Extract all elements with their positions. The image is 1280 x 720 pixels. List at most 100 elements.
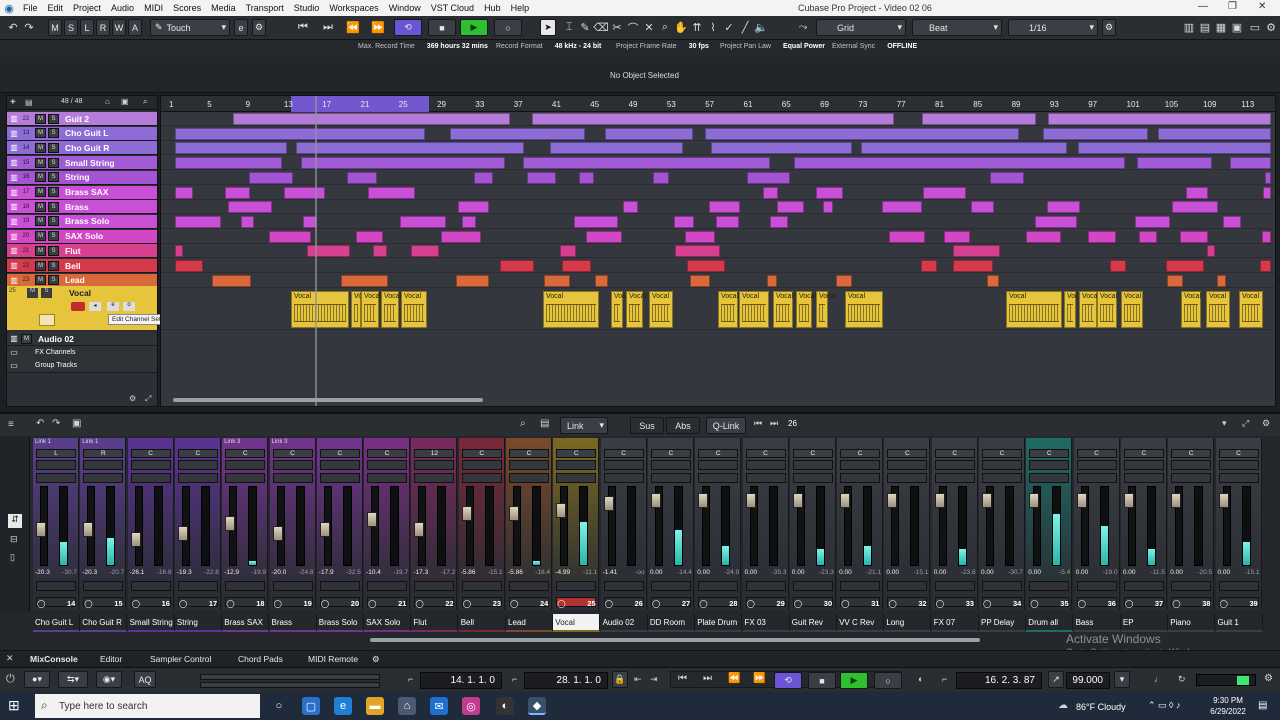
clip[interactable] xyxy=(1216,274,1226,287)
clip[interactable] xyxy=(473,171,493,184)
timewarp-tool-icon[interactable]: ⌇ xyxy=(706,19,720,36)
channel-name[interactable]: String xyxy=(174,614,222,632)
send-slot[interactable] xyxy=(36,473,76,483)
vocal-clip[interactable]: Vocal xyxy=(543,291,599,329)
mute-solo-buttons[interactable] xyxy=(461,581,502,591)
clip[interactable] xyxy=(710,142,853,155)
clip[interactable] xyxy=(1139,230,1157,243)
channel-name[interactable]: Vocal xyxy=(553,614,601,632)
overview-bar[interactable] xyxy=(200,674,380,680)
volume-fader[interactable] xyxy=(934,492,945,508)
volume-fader[interactable] xyxy=(461,505,472,521)
volume-value[interactable]: 0.00 xyxy=(1028,569,1041,576)
notifications-icon[interactable]: ▤ xyxy=(1258,700,1267,711)
lane-guit-2[interactable] xyxy=(161,112,1275,126)
channel-power-icon[interactable]: ◯ xyxy=(274,599,282,608)
weather-text[interactable]: 86°F Cloudy xyxy=(1076,702,1126,712)
toolbar-settings-icon[interactable]: ⚙ xyxy=(1264,19,1278,36)
send-slot[interactable] xyxy=(982,473,1022,483)
solo-button[interactable]: S xyxy=(48,187,59,197)
mute-solo-buttons[interactable] xyxy=(367,581,408,591)
track-cho-guit-r[interactable]: ▥ 14 M S Cho Guit R xyxy=(7,141,157,156)
channel-name[interactable]: Flut xyxy=(411,614,459,632)
volume-value[interactable]: -12.9 xyxy=(224,569,239,576)
clip[interactable] xyxy=(175,186,193,199)
clip[interactable] xyxy=(1158,127,1271,140)
clock-date[interactable]: 6/29/2022 xyxy=(1202,707,1254,716)
clip[interactable] xyxy=(544,274,570,287)
clip[interactable] xyxy=(943,230,970,243)
lock-icon[interactable]: 🔒 xyxy=(612,671,628,688)
mute-solo-buttons[interactable] xyxy=(1218,581,1259,591)
maximize-icon[interactable]: ⤢ xyxy=(1242,418,1249,429)
solo-button[interactable]: S xyxy=(48,113,59,124)
fader-track[interactable] xyxy=(513,486,521,566)
lane-brass-sax[interactable] xyxy=(161,186,1275,200)
record-button[interactable]: ○ xyxy=(494,19,522,36)
channel-power-icon[interactable]: ◯ xyxy=(1078,599,1086,608)
channel-power-icon[interactable]: ◯ xyxy=(888,599,896,608)
mute-button[interactable]: M xyxy=(35,275,46,286)
erase-tool-icon[interactable]: ⌫ xyxy=(593,19,609,36)
clip[interactable] xyxy=(574,215,619,228)
channel-name[interactable]: FX 07 xyxy=(931,614,979,632)
clip[interactable] xyxy=(882,201,923,214)
snapshot-icon[interactable]: ▣ xyxy=(72,418,81,429)
clip[interactable] xyxy=(1035,215,1077,228)
layout-toolbar-icon[interactable]: ▭ xyxy=(1248,19,1262,36)
track-bell[interactable]: ▥ 22 M S Bell xyxy=(7,259,157,273)
search-icon[interactable]: ⌕ xyxy=(143,97,147,107)
channel-name[interactable]: SAX Solo xyxy=(364,614,412,632)
insert-slot[interactable] xyxy=(509,460,549,470)
channel-power-icon[interactable]: ◯ xyxy=(179,599,187,608)
clip[interactable] xyxy=(1259,260,1271,272)
track-guit-2[interactable]: ▥ 22 M S Guit 2 xyxy=(7,112,157,126)
pan-control[interactable]: C xyxy=(934,449,975,458)
clip[interactable] xyxy=(175,245,184,258)
volume-fader[interactable] xyxy=(272,525,283,541)
solo-button[interactable]: S xyxy=(48,216,59,227)
vocal-clip[interactable]: Vocal xyxy=(381,291,401,329)
insert-slot[interactable] xyxy=(367,460,408,470)
mute-button[interactable]: M xyxy=(35,142,46,153)
tempo-track-button[interactable]: ↗ xyxy=(1048,671,1064,688)
volume-value[interactable]: 0.00 xyxy=(650,569,663,576)
grid-mode-select[interactable]: Beat ▾ xyxy=(912,19,1002,36)
time-format-icon[interactable]: ⌐ xyxy=(942,674,947,684)
automation-settings-button[interactable]: ⚙ xyxy=(252,19,266,36)
volume-value[interactable]: 0.00 xyxy=(1123,569,1136,576)
mute-solo-buttons[interactable] xyxy=(319,581,360,591)
clip[interactable] xyxy=(673,215,694,228)
go-to-end-icon[interactable]: ⏭ xyxy=(321,19,335,36)
clip[interactable] xyxy=(685,230,716,243)
clip[interactable] xyxy=(794,157,1125,170)
pan-control[interactable]: C xyxy=(177,449,218,458)
marker-icon[interactable]: ◐ xyxy=(918,674,923,684)
right-locator-icon[interactable]: ⌐ xyxy=(512,674,517,684)
volume-fader[interactable] xyxy=(509,505,519,521)
mode-button-s[interactable]: S xyxy=(64,19,78,36)
track-fx-channels[interactable]: ▭ FX Channels xyxy=(7,345,157,360)
channel-strip-bell[interactable]: C -5.86 -15.1 xyxy=(458,438,505,610)
add-track-icon[interactable]: + xyxy=(10,97,16,108)
split-tool-icon[interactable]: ✂ xyxy=(610,19,624,36)
channel-left-icon[interactable]: ⏮ xyxy=(754,418,762,429)
clip[interactable] xyxy=(1166,260,1205,272)
clip[interactable] xyxy=(860,142,1068,155)
mute-solo-buttons[interactable] xyxy=(225,581,266,591)
volume-value[interactable]: 0.00 xyxy=(886,569,899,576)
send-slot[interactable] xyxy=(840,473,881,483)
mute-button[interactable]: M xyxy=(35,260,46,271)
channel-strip-plate-drum[interactable]: C 0.00 -24.9 xyxy=(695,438,742,610)
volume-fader[interactable] xyxy=(745,492,756,508)
link-icon[interactable]: ⊟ xyxy=(10,534,18,545)
pan-control[interactable]: C xyxy=(1171,449,1212,458)
left-locator[interactable]: 14. 1. 1. 0 xyxy=(420,672,502,689)
clip[interactable] xyxy=(355,230,383,243)
insert-slot[interactable] xyxy=(698,460,739,470)
clip[interactable] xyxy=(268,230,312,243)
channel-power-icon[interactable]: ◯ xyxy=(841,599,849,608)
mail-icon[interactable]: ✉ xyxy=(430,697,448,715)
channel-name[interactable]: Brass xyxy=(269,614,317,632)
volume-fader[interactable] xyxy=(556,502,567,518)
